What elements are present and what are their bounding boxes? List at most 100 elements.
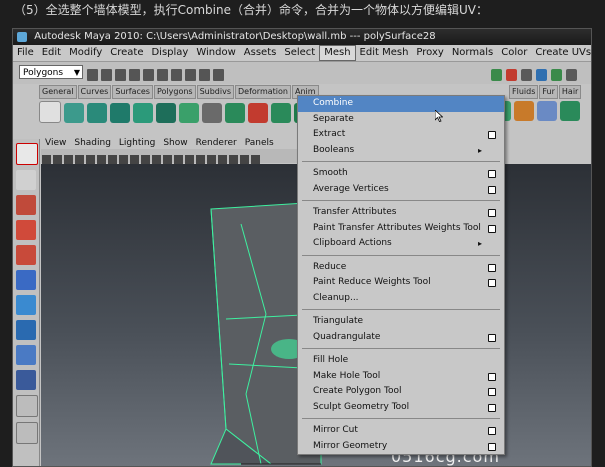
shelf-tab[interactable]: Fluids <box>509 85 539 99</box>
mesh-menu-item-make-hole-tool[interactable]: Make Hole Tool <box>298 369 504 385</box>
option-box-icon[interactable] <box>488 279 496 287</box>
mesh-menu-item-fill-hole[interactable]: Fill Hole <box>298 353 504 369</box>
layout-quad-icon[interactable] <box>16 395 38 417</box>
option-box-icon[interactable] <box>488 372 496 381</box>
channel-box-icon[interactable] <box>551 69 562 81</box>
mesh-menu-item-triangulate[interactable]: Triangulate <box>298 314 504 330</box>
smooth-shade-icon[interactable] <box>174 155 183 164</box>
mesh-menu-item-combine[interactable]: Combine <box>298 96 504 112</box>
shelf-tab[interactable]: Polygons <box>153 85 196 99</box>
render-icon[interactable] <box>491 69 502 81</box>
menubar-item-modify[interactable]: Modify <box>65 45 106 61</box>
menubar-item-create-uvs[interactable]: Create UVs <box>531 45 591 61</box>
last-tool-icon[interactable] <box>16 345 36 365</box>
layout-outliner-icon[interactable] <box>16 422 38 444</box>
mesh-menu-item-paint-reduce-weights-tool[interactable]: Paint Reduce Weights Tool <box>298 275 504 291</box>
option-box-icon[interactable] <box>488 209 496 217</box>
new-scene-icon[interactable] <box>87 69 98 81</box>
safe-title-icon[interactable] <box>152 155 161 164</box>
menubar-item-display[interactable]: Display <box>147 45 192 61</box>
shelf-tab[interactable]: Hair <box>558 85 582 99</box>
select-hierarchy-icon[interactable] <box>129 69 140 81</box>
shelf-tab[interactable]: Surfaces <box>112 85 153 99</box>
option-box-icon[interactable] <box>488 131 496 139</box>
soft-mod-tool-icon[interactable] <box>16 320 36 340</box>
mesh-menu-item-mirror-geometry[interactable]: Mirror Geometry <box>298 439 504 455</box>
high-quality-icon[interactable] <box>251 155 260 164</box>
tool-settings-icon[interactable] <box>566 69 577 81</box>
lights-icon[interactable] <box>207 155 216 164</box>
panel-menu-renderer[interactable]: Renderer <box>196 138 237 148</box>
lasso-tool-icon[interactable] <box>16 170 36 190</box>
select-object-icon[interactable] <box>143 69 154 81</box>
poly-sphere-icon[interactable] <box>64 103 84 123</box>
wireframe-icon[interactable] <box>163 155 172 164</box>
menubar-item-select[interactable]: Select <box>280 45 319 61</box>
poly-plane-icon[interactable] <box>156 103 176 123</box>
menubar-item-proxy[interactable]: Proxy <box>412 45 447 61</box>
option-box-icon[interactable] <box>488 263 496 272</box>
panel-menu-panels[interactable]: Panels <box>245 138 274 148</box>
isolate-icon[interactable] <box>240 155 249 164</box>
menubar-item-color[interactable]: Color <box>497 45 531 61</box>
flat-shade-icon[interactable] <box>185 155 194 164</box>
save-scene-icon[interactable] <box>115 69 126 81</box>
mesh-menu-item-separate[interactable]: Separate <box>298 112 504 128</box>
snap-point-icon[interactable] <box>199 69 210 81</box>
mesh-menu-item-mirror-cut[interactable]: Mirror Cut <box>298 423 504 439</box>
mesh-menu-item-smooth[interactable]: Smooth <box>298 166 504 182</box>
mesh-menu-item-clipboard-actions[interactable]: Clipboard Actions ▸ <box>298 236 504 252</box>
menubar-item-assets[interactable]: Assets <box>240 45 281 61</box>
option-box-icon[interactable] <box>488 388 496 396</box>
shelf-tab[interactable]: Subdivs <box>196 85 235 99</box>
menubar-item-file[interactable]: File <box>13 45 38 61</box>
history-icon[interactable] <box>213 69 224 81</box>
poly-settings-icon[interactable] <box>39 101 61 123</box>
shelf-tab[interactable]: Deformation <box>235 85 291 99</box>
poly-cube-icon[interactable] <box>87 103 107 123</box>
menubar-item-create[interactable]: Create <box>106 45 147 61</box>
extract-icon[interactable] <box>225 103 245 123</box>
snap-grid-icon[interactable] <box>171 69 182 81</box>
option-box-icon[interactable] <box>488 170 496 178</box>
mesh-menu-item-paint-transfer-attributes-weights-tool[interactable]: Paint Transfer Attributes Weights Tool <box>298 221 504 237</box>
open-scene-icon[interactable] <box>101 69 112 81</box>
render-settings-icon[interactable] <box>521 69 532 81</box>
move-tool-icon[interactable] <box>16 220 36 240</box>
camera-icon[interactable] <box>42 155 51 164</box>
dynamics-icon[interactable] <box>560 101 580 121</box>
combine-icon[interactable] <box>202 103 222 123</box>
menubar-item-edit-mesh[interactable]: Edit Mesh <box>356 45 413 61</box>
xray-icon[interactable] <box>229 155 238 164</box>
hair-icon[interactable] <box>537 101 557 121</box>
camera-attributes-icon[interactable] <box>53 155 62 164</box>
field-chart-icon[interactable] <box>130 155 139 164</box>
panel-menu-lighting[interactable]: Lighting <box>119 138 155 148</box>
shadows-icon[interactable] <box>218 155 227 164</box>
option-box-icon[interactable] <box>488 403 496 412</box>
gate-mask-icon[interactable] <box>119 155 128 164</box>
textured-icon[interactable] <box>196 155 205 164</box>
mesh-menu-item-transfer-attributes[interactable]: Transfer Attributes <box>298 205 504 221</box>
resolution-gate-icon[interactable] <box>108 155 117 164</box>
menu-set-select[interactable]: Polygons ▼ <box>19 65 83 79</box>
panel-menu-show[interactable]: Show <box>163 138 187 148</box>
film-gate-icon[interactable] <box>97 155 106 164</box>
paint-select-tool-icon[interactable] <box>16 195 36 215</box>
poly-cylinder-icon[interactable] <box>110 103 130 123</box>
mesh-menu-item-cleanup[interactable]: Cleanup... <box>298 291 504 307</box>
option-box-icon[interactable] <box>488 185 496 194</box>
mesh-menu-item-create-polygon-tool[interactable]: Create Polygon Tool <box>298 384 504 400</box>
mesh-menu-item-sculpt-geometry-tool[interactable]: Sculpt Geometry Tool <box>298 400 504 416</box>
mesh-menu-item-booleans[interactable]: Booleans ▸ <box>298 143 504 159</box>
shelf-tab[interactable]: Curves <box>77 85 112 99</box>
snap-curve-icon[interactable] <box>185 69 196 81</box>
panel-menu-view[interactable]: View <box>45 138 66 148</box>
select-component-icon[interactable] <box>157 69 168 81</box>
layout-single-icon[interactable] <box>16 370 36 390</box>
mesh-menu-item-average-vertices[interactable]: Average Vertices <box>298 182 504 198</box>
boolean-icon[interactable] <box>248 103 268 123</box>
image-plane-icon[interactable] <box>75 155 84 164</box>
safe-action-icon[interactable] <box>141 155 150 164</box>
shelf-tab[interactable]: General <box>39 85 77 99</box>
